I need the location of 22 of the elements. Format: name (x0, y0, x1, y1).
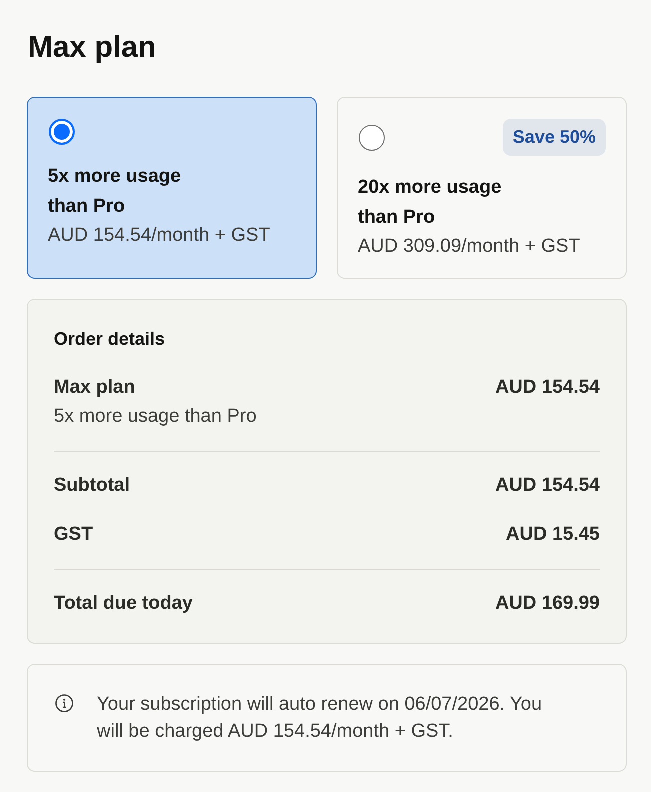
order-details-title: Order details (54, 328, 166, 351)
item-amount: AUD 154.54 (495, 376, 600, 400)
plan-option-card[interactable]: 5x more usage than Pro AUD 154.54/month + GST (27, 97, 317, 279)
total-label: Total due today (54, 592, 193, 616)
plan-title: 5x more usage than Pro (48, 165, 182, 219)
item-name: Max plan (54, 376, 136, 400)
summary-label: Subtotal (54, 474, 130, 498)
discount-badge: Save 50% (502, 119, 606, 156)
page-title: Max plan (28, 30, 158, 66)
plan-title: 20x more usage than Pro (358, 176, 503, 230)
plan-option-card[interactable]: Save 50% 20x more usage than Pro AUD 309.09/month + GST (337, 97, 627, 279)
total-amount: AUD 169.99 (495, 592, 600, 616)
summary-label: GST (54, 523, 94, 547)
plan-price: AUD 309.09/month + GST (358, 235, 582, 259)
plan-price: AUD 154.54/month + GST (48, 224, 272, 248)
summary-amount: AUD 154.54 (495, 474, 600, 498)
radio-button[interactable] (49, 119, 75, 145)
item-description: 5x more usage than Pro (54, 405, 257, 429)
summary-amount: AUD 15.45 (506, 523, 600, 547)
radio-button[interactable] (359, 124, 385, 150)
renewal-notice-text: Your subscription will auto renew on 06/07/2026. You will be charged AUD 154.54/month + GST. (97, 693, 544, 744)
info-icon (55, 694, 74, 713)
